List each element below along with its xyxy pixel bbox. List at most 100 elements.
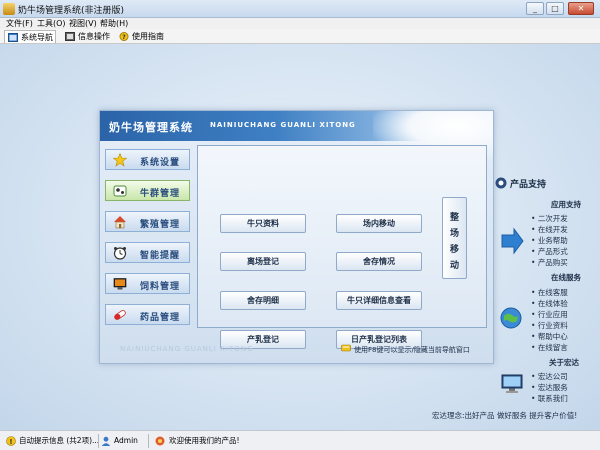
keyboard-hint-icon — [341, 344, 351, 352]
menu-bar: 文件(F) 工具(O) 视图(V) 帮助(H) — [0, 18, 600, 29]
tab-label: 使用指南 — [132, 32, 164, 41]
product-support-icon — [495, 177, 507, 189]
link-contact-us[interactable]: • 联系我们 — [531, 393, 568, 404]
sidebar-item-label: 牛群管理 — [140, 189, 181, 199]
computer-icon — [501, 374, 523, 393]
menu-file[interactable]: 文件(F) — [6, 18, 33, 29]
link-label: 联系我们 — [537, 394, 568, 403]
sidebar-item-system-settings[interactable]: 系统设置 — [105, 149, 190, 170]
sidebar-item-label: 饲料管理 — [140, 282, 181, 292]
status-welcome-text: 欢迎使用我们的产品! — [169, 436, 240, 445]
link-help-center[interactable]: • 帮助中心 — [531, 331, 568, 342]
cattle-detail-query-button[interactable]: 牛只详细信息查看 — [336, 291, 422, 310]
sidebar-item-feed-management[interactable]: 饲料管理 — [105, 273, 190, 294]
link-label: 行业应用 — [537, 310, 568, 319]
link-industry-materials[interactable]: • 行业资料 — [531, 320, 568, 331]
monitor-icon — [113, 278, 127, 290]
link-label: 行业资料 — [537, 321, 568, 330]
dialog-title: 奶牛场管理系统 — [109, 121, 193, 134]
help-icon: ? — [119, 32, 129, 41]
link-online-trial[interactable]: • 在线体验 — [531, 298, 568, 309]
minimize-button[interactable]: _ — [526, 2, 544, 15]
sidebar-item-medicine-management[interactable]: 药品管理 — [105, 304, 190, 325]
sidebar-item-breeding-management[interactable]: 繁殖管理 — [105, 211, 190, 232]
navigation-icon — [8, 33, 18, 42]
pill-icon — [114, 310, 126, 320]
link-product-purchase[interactable]: • 产品购买 — [531, 257, 568, 268]
house-icon — [114, 216, 126, 229]
svg-text:?: ? — [122, 34, 126, 41]
arrow-icon — [501, 227, 524, 255]
link-service[interactable]: • 宏达服务 — [531, 382, 568, 393]
toolbar: 系统导航 信息操作 ? 使用指南 — [0, 29, 600, 44]
link-label: 二次开发 — [537, 214, 568, 223]
status-bar: ! 自动提示信息 (共2项)... Admin 欢迎使用我们的产品! — [0, 430, 600, 450]
tab-label: 系统导航 — [21, 33, 53, 42]
status-separator — [98, 434, 99, 448]
online-service-heading: 在线服务 — [551, 273, 581, 282]
link-online-support[interactable]: • 在线客服 — [531, 287, 568, 298]
sidebar-item-herd-management[interactable]: 牛群管理 — [105, 180, 190, 201]
sidebar-item-label: 系统设置 — [140, 158, 181, 168]
inventory-button[interactable]: 舍存情况 — [336, 252, 422, 271]
group-move-button[interactable]: 整场移动 — [442, 197, 467, 279]
cattle-info-button[interactable]: 牛只资料 — [220, 214, 306, 233]
company-slogan: 宏达理念:出好产品 做好服务 提升客户价值! — [432, 411, 578, 420]
status-user: Admin — [101, 435, 147, 447]
link-online-development[interactable]: • 在线开发 — [531, 224, 568, 235]
sidebar-item-label: 繁殖管理 — [140, 220, 181, 230]
link-label: 产品购买 — [537, 258, 568, 267]
window-title: 奶牛场管理系统(非注册版) — [18, 6, 125, 16]
link-label: 产品形式 — [537, 247, 568, 256]
departure-register-button[interactable]: 离场登记 — [220, 252, 306, 271]
link-industry-application[interactable]: • 行业应用 — [531, 309, 568, 320]
title-bar: 奶牛场管理系统(非注册版) _ □ ✕ — [0, 0, 600, 18]
app-icon — [3, 3, 15, 15]
main-area: 奶牛场管理系统 NAINIUCHANG GUANLI XITONG 系统设置 牛… — [0, 44, 600, 430]
link-business-help[interactable]: • 业务帮助 — [531, 235, 568, 246]
dialog-header: 奶牛场管理系统 NAINIUCHANG GUANLI XITONG — [100, 111, 493, 161]
sidebar-item-smart-reminder[interactable]: 智能提醒 — [105, 242, 190, 263]
link-label: 帮助中心 — [537, 332, 568, 341]
globe-icon — [500, 307, 522, 329]
welcome-icon — [155, 436, 165, 446]
link-company[interactable]: • 宏达公司 — [531, 371, 568, 382]
pen-detail-button[interactable]: 舍存明细 — [220, 291, 306, 310]
link-label: 业务帮助 — [537, 236, 568, 245]
status-welcome: 欢迎使用我们的产品! — [155, 435, 275, 447]
status-tips[interactable]: ! 自动提示信息 (共2项)... — [6, 435, 101, 447]
menu-help[interactable]: 帮助(H) — [100, 18, 128, 29]
maximize-button[interactable]: □ — [546, 2, 564, 15]
link-secondary-development[interactable]: • 二次开发 — [531, 213, 568, 224]
dialog-footer-watermark: NAINIUCHANG GUANLI XITONG — [120, 345, 254, 353]
f8-hint-text: 使用F8键可以显示/隐藏当前导航窗口 — [354, 346, 470, 354]
user-icon — [101, 436, 111, 446]
info-operation-icon — [65, 32, 75, 41]
link-label: 宏达公司 — [537, 372, 568, 381]
tab-system-navigation[interactable]: 系统导航 — [4, 30, 56, 43]
menu-tools[interactable]: 工具(O) — [37, 18, 66, 29]
pen-transfer-button[interactable]: 场内移动 — [336, 214, 422, 233]
cow-icon — [113, 185, 127, 197]
svg-text:!: ! — [9, 438, 12, 446]
star-icon — [113, 153, 127, 167]
sidebar-item-label: 药品管理 — [140, 313, 181, 323]
tab-info-operation[interactable]: 信息操作 — [62, 30, 110, 43]
link-label: 在线开发 — [537, 225, 568, 234]
status-tips-text: 自动提示信息 (共2项)... — [19, 436, 100, 445]
tab-label: 信息操作 — [78, 32, 110, 41]
tab-user-guide[interactable]: ? 使用指南 — [116, 30, 166, 43]
group-move-label: 整场移动 — [449, 213, 459, 271]
app-support-heading: 应用支持 — [551, 200, 581, 209]
link-online-message[interactable]: • 在线留言 — [531, 342, 568, 353]
link-label: 在线客服 — [537, 288, 568, 297]
status-user-text: Admin — [114, 436, 138, 445]
close-button[interactable]: ✕ — [568, 2, 594, 15]
menu-view[interactable]: 视图(V) — [69, 18, 97, 29]
navigation-dialog: 奶牛场管理系统 NAINIUCHANG GUANLI XITONG 系统设置 牛… — [99, 110, 494, 364]
link-product-form[interactable]: • 产品形式 — [531, 246, 568, 257]
sidebar-item-label: 智能提醒 — [140, 251, 181, 261]
about-heading: 关于宏达 — [549, 358, 579, 367]
dialog-subtitle: NAINIUCHANG GUANLI XITONG — [210, 121, 356, 129]
link-label: 宏达服务 — [537, 383, 568, 392]
